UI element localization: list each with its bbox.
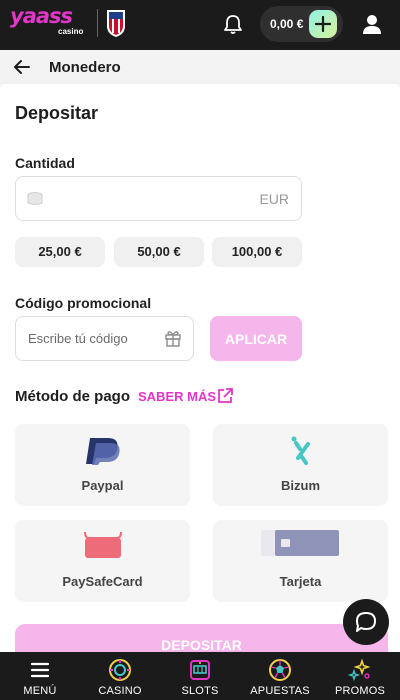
- payment-method-paypal[interactable]: Paypal: [15, 424, 190, 506]
- quick-amount-100[interactable]: 100,00 €: [212, 237, 302, 267]
- payment-method-name: Bizum: [281, 478, 320, 493]
- football-icon: [269, 659, 291, 681]
- brand-logo-subtitle: casino: [58, 27, 84, 36]
- nav-item-bets[interactable]: APUESTAS: [240, 652, 320, 700]
- amount-label: Cantidad: [15, 155, 75, 171]
- bizum-icon: [291, 436, 310, 465]
- currency-label: EUR: [259, 191, 289, 207]
- payment-method-card[interactable]: Tarjeta: [213, 520, 388, 602]
- payment-method-name: Paypal: [81, 478, 124, 493]
- menu-icon: [30, 662, 50, 678]
- nav-label: PROMOS: [334, 685, 386, 697]
- wallet-balance-pill[interactable]: 0,00 €: [260, 6, 343, 42]
- plus-icon: [314, 15, 332, 33]
- card-icon: [261, 530, 339, 556]
- arrow-left-icon[interactable]: [12, 57, 32, 77]
- promo-stars-icon: [348, 658, 371, 682]
- external-link-icon[interactable]: [216, 387, 234, 405]
- payment-method-paysafecard[interactable]: PaySafeCard: [15, 520, 190, 602]
- bottom-navigation: MENÚ CASINO SLOTS APUESTAS PROMOS: [0, 652, 400, 700]
- nav-label: SLOTS: [181, 685, 219, 697]
- add-funds-button[interactable]: [309, 10, 337, 38]
- nav-item-casino[interactable]: CASINO: [80, 652, 160, 700]
- coins-icon: [27, 192, 43, 205]
- apply-promo-button[interactable]: APLICAR: [210, 316, 302, 361]
- chat-support-button[interactable]: [343, 599, 389, 645]
- quick-amount-50[interactable]: 50,00 €: [114, 237, 204, 267]
- top-header: yaass casino 0,00 €: [0, 0, 400, 50]
- nav-label: APUESTAS: [250, 685, 310, 697]
- paysafecard-icon: [84, 531, 122, 558]
- gift-icon: [165, 331, 181, 347]
- balance-amount: 0,00 €: [270, 17, 304, 31]
- amount-input[interactable]: EUR: [15, 176, 302, 221]
- payment-method-label: Método de pago: [15, 388, 130, 405]
- nav-item-slots[interactable]: SLOTS: [160, 652, 240, 700]
- slot-machine-icon: [190, 660, 210, 680]
- logo-divider: [97, 9, 98, 37]
- payment-method-name: PaySafeCard: [62, 574, 143, 589]
- paypal-icon: [86, 438, 120, 465]
- nav-label: MENÚ: [23, 685, 57, 697]
- payment-method-name: Tarjeta: [279, 574, 322, 589]
- quick-amount-25[interactable]: 25,00 €: [15, 237, 105, 267]
- brand-logo[interactable]: yaass: [10, 6, 73, 27]
- bell-icon[interactable]: [222, 13, 244, 35]
- nav-item-menu[interactable]: MENÚ: [0, 652, 80, 700]
- payment-method-bizum[interactable]: Bizum: [213, 424, 388, 506]
- deposit-card: Depositar Cantidad EUR 25,00 € 50,00 € 1…: [0, 84, 400, 654]
- nav-item-promos[interactable]: PROMOS: [320, 652, 400, 700]
- user-icon[interactable]: [360, 12, 384, 36]
- casino-chip-icon: [109, 659, 131, 681]
- learn-more-link[interactable]: SABER MÁS: [138, 389, 216, 404]
- deposit-heading: Depositar: [15, 103, 99, 123]
- club-badge-icon: [107, 10, 125, 37]
- nav-label: CASINO: [98, 685, 142, 697]
- wallet-subheader: Monedero: [0, 50, 400, 84]
- promo-code-label: Código promocional: [15, 295, 152, 311]
- chat-bubble-icon: [356, 612, 376, 632]
- page-title: Monedero: [49, 59, 121, 76]
